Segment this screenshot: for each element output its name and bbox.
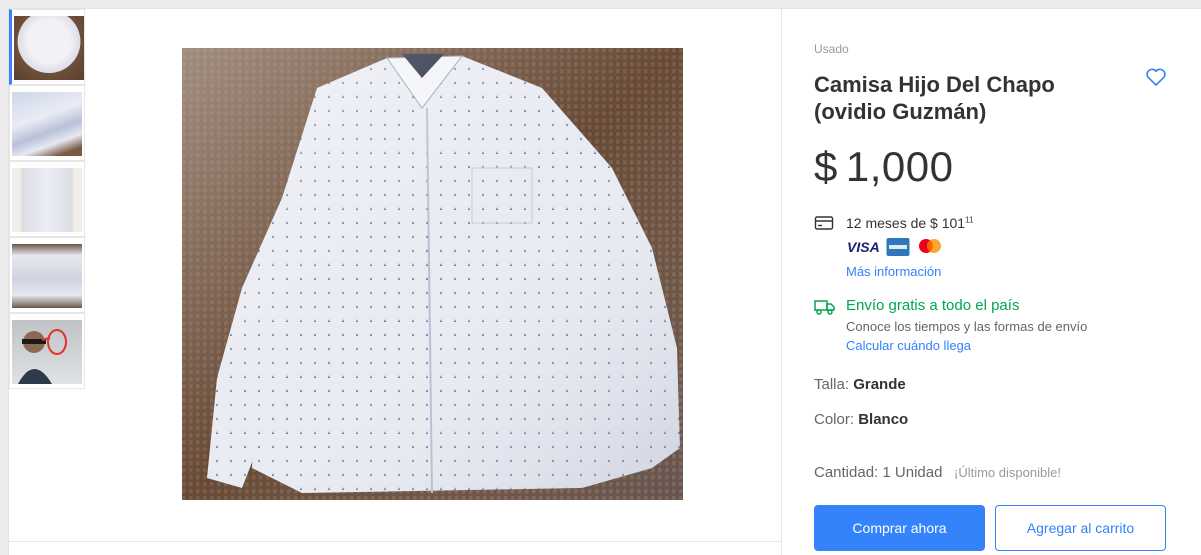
more-info-link[interactable]: Más información (846, 264, 941, 279)
thumbnail-3[interactable] (9, 161, 85, 237)
gallery-bottom-divider (9, 541, 781, 542)
item-condition: Usado (814, 42, 849, 56)
shirt-photo-thumbnail (12, 168, 82, 232)
shirt-photo-thumbnail (14, 16, 84, 80)
thumbnail-1[interactable] (9, 9, 85, 85)
amex-logo (886, 237, 910, 257)
free-shipping-title: Envío gratis a todo el país (846, 297, 1020, 314)
visa-logo: VISA (846, 237, 882, 257)
svg-text:VISA: VISA (847, 239, 880, 255)
shirt-photo-thumbnail (12, 244, 82, 308)
color-attribute: Color: Blanco (814, 411, 908, 428)
shipping-subtitle: Conoce los tiempos y las formas de envío (846, 319, 1088, 334)
installments-info: 12 meses de $ 10111 (846, 215, 973, 231)
truck-icon (814, 298, 836, 321)
credit-card-icon (814, 215, 834, 236)
product-card: Usado Camisa Hijo Del Chapo (ovidio Guzm… (8, 8, 1201, 555)
product-title: Camisa Hijo Del Chapo (ovidio Guzmán) (814, 72, 1055, 124)
thumbnail-2[interactable] (9, 85, 85, 161)
shirt-illustration (182, 48, 683, 500)
heart-outline-icon[interactable] (1144, 65, 1168, 89)
panel-divider (781, 9, 782, 555)
shirt-photo-thumbnail (12, 92, 82, 156)
mastercard-logo (916, 237, 944, 257)
color-value: Blanco (858, 411, 909, 428)
last-available-note: ¡Último disponible! (954, 465, 1061, 480)
calculate-delivery-link[interactable]: Calcular cuándo llega (846, 338, 971, 353)
thumbnail-5[interactable] (9, 313, 85, 389)
price-value: 1,000 (845, 143, 954, 190)
installments-cents: 11 (965, 215, 974, 225)
price-currency: $ (814, 143, 838, 190)
quantity-label: Cantidad: 1 Unidad (814, 464, 943, 481)
color-label: Color: (814, 411, 855, 428)
size-attribute: Talla: Grande (814, 376, 906, 393)
product-price: $1,000 (814, 143, 953, 191)
buy-now-button[interactable]: Comprar ahora (814, 505, 985, 551)
main-product-image[interactable] (182, 48, 683, 500)
thumbnail-4[interactable] (9, 237, 85, 313)
size-value: Grande (853, 376, 906, 393)
installments-text: 12 meses de $ 101 (846, 215, 966, 231)
add-to-cart-button[interactable]: Agregar al carrito (995, 505, 1166, 551)
size-label: Talla: (814, 376, 850, 393)
person-photo-thumbnail (12, 320, 82, 384)
